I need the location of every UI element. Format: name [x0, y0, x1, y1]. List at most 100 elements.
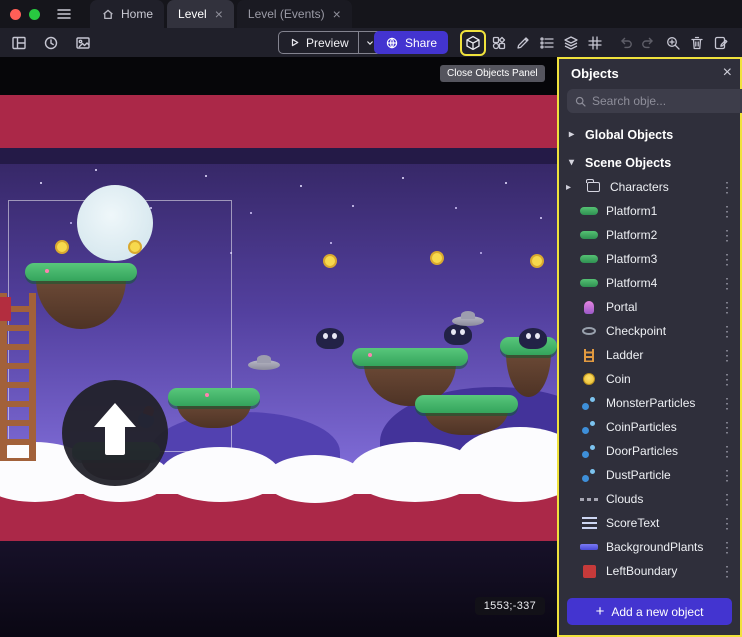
object-row-Characters[interactable]: ▸Characters⋮ [559, 175, 740, 199]
section-global-objects[interactable]: ▸ Global Objects [559, 122, 740, 147]
coin-sprite[interactable] [430, 251, 444, 265]
jump-button-overlay[interactable] [62, 380, 168, 486]
redo-button[interactable] [638, 32, 660, 54]
play-icon [288, 36, 301, 49]
zoom-window-button[interactable] [29, 9, 40, 20]
close-panel-button[interactable]: × [723, 65, 732, 81]
object-row-ScoreText[interactable]: ScoreText⋮ [559, 511, 740, 535]
coin-sprite[interactable] [530, 254, 544, 268]
object-menu-button[interactable]: ⋮ [720, 540, 732, 554]
monster-sprite[interactable] [444, 324, 472, 345]
preview-button[interactable]: Preview [279, 32, 358, 53]
object-menu-button[interactable]: ⋮ [720, 396, 732, 410]
object-menu-button[interactable]: ⋮ [720, 228, 732, 242]
main-menu-button[interactable] [56, 6, 72, 22]
object-groups-button[interactable] [488, 32, 510, 54]
object-menu-button[interactable]: ⋮ [720, 420, 732, 434]
delete-button[interactable] [686, 32, 708, 54]
folder-chevron-icon[interactable]: ▸ [566, 182, 576, 193]
moon-sprite[interactable] [77, 185, 153, 261]
edit-button[interactable] [512, 32, 534, 54]
object-menu-button[interactable]: ⋮ [720, 204, 732, 218]
ufo-sprite[interactable] [452, 316, 484, 326]
object-menu-button[interactable]: ⋮ [720, 300, 732, 314]
object-row-MonsterParticles[interactable]: MonsterParticles⋮ [559, 391, 740, 415]
tab-level-events[interactable]: Level (Events) × [237, 0, 352, 28]
coin-sprite[interactable] [55, 240, 69, 254]
panels-layout-button[interactable] [8, 32, 30, 54]
share-button[interactable]: Share [374, 31, 448, 54]
section-scene-objects[interactable]: ▾ Scene Objects [559, 150, 740, 175]
share-label: Share [405, 36, 437, 50]
redo-icon [641, 35, 657, 51]
object-row-BackgroundPlants[interactable]: BackgroundPlants⋮ [559, 535, 740, 559]
dashes-icon [579, 498, 599, 501]
home-icon [101, 7, 115, 21]
search-input[interactable] [592, 94, 742, 108]
monster-sprite[interactable] [519, 328, 547, 349]
left-boundary-sprite[interactable] [0, 297, 11, 321]
object-menu-button[interactable]: ⋮ [720, 564, 732, 578]
plants-icon [579, 544, 599, 550]
object-menu-button[interactable]: ⋮ [720, 372, 732, 386]
platform-island-sprite[interactable] [25, 263, 137, 329]
close-tab-icon[interactable]: × [215, 7, 223, 21]
object-menu-button[interactable]: ⋮ [720, 348, 732, 362]
platform-island-sprite[interactable] [415, 395, 518, 435]
properties-list-button[interactable] [536, 32, 558, 54]
object-name: Portal [606, 300, 713, 314]
object-row-CoinParticles[interactable]: CoinParticles ⋮ [559, 415, 740, 439]
object-menu-button[interactable]: ⋮ [720, 276, 732, 290]
search-box[interactable] [567, 89, 742, 113]
close-tab-icon[interactable]: × [333, 7, 341, 21]
object-name: CoinParticles [606, 420, 713, 434]
zoom-in-button[interactable] [662, 32, 684, 54]
search-icon [574, 95, 587, 108]
ufo-sprite[interactable] [248, 360, 280, 370]
preview-label: Preview [306, 36, 349, 50]
scene-editor-canvas[interactable]: 1553;-337 [0, 57, 557, 637]
history-button[interactable] [40, 32, 62, 54]
tab-level[interactable]: Level × [167, 0, 234, 28]
coin-sprite[interactable] [128, 240, 142, 254]
object-row-Platform1[interactable]: Platform1⋮ [559, 199, 740, 223]
object-row-Platform2[interactable]: Platform2⋮ [559, 223, 740, 247]
platform-island-sprite[interactable] [168, 388, 260, 428]
object-row-Checkpoint[interactable]: Checkpoint ⋮ [559, 319, 740, 343]
object-menu-button[interactable]: ⋮ [720, 180, 732, 194]
platform-icon [579, 279, 599, 287]
object-row-Platform4[interactable]: Platform4⋮ [559, 271, 740, 295]
object-menu-button[interactable]: ⋮ [720, 492, 732, 506]
monster-sprite[interactable] [316, 328, 344, 349]
object-menu-button[interactable]: ⋮ [720, 252, 732, 266]
object-row-Coin[interactable]: Coin⋮ [559, 367, 740, 391]
clock-icon [43, 35, 59, 51]
coin-icon [579, 373, 599, 385]
object-row-Clouds[interactable]: Clouds⋮ [559, 487, 740, 511]
object-row-Ladder[interactable]: Ladder⋮ [559, 343, 740, 367]
object-row-LeftBoundary[interactable]: LeftBoundary⋮ [559, 559, 740, 583]
layers-button[interactable] [560, 32, 582, 54]
preview-button-group: Preview [278, 31, 382, 54]
object-menu-button[interactable]: ⋮ [720, 468, 732, 482]
object-row-DoorParticles[interactable]: DoorParticles⋮ [559, 439, 740, 463]
objects-panel-toggle-button[interactable] [464, 34, 482, 52]
coin-sprite[interactable] [323, 254, 337, 268]
objects-panel-footer: + Add a new object [559, 591, 740, 635]
object-menu-button[interactable]: ⋮ [720, 324, 732, 338]
object-menu-button[interactable]: ⋮ [720, 516, 732, 530]
object-row-Portal[interactable]: Portal ⋮ [559, 295, 740, 319]
scene-properties-button[interactable] [710, 32, 732, 54]
grid-button[interactable] [584, 32, 606, 54]
trash-icon [689, 35, 705, 51]
object-menu-button[interactable]: ⋮ [720, 444, 732, 458]
object-row-Platform3[interactable]: Platform3⋮ [559, 247, 740, 271]
media-button[interactable] [72, 32, 94, 54]
undo-button[interactable] [614, 32, 636, 54]
object-row-DustParticle[interactable]: DustParticle⋮ [559, 463, 740, 487]
add-new-object-button[interactable]: + Add a new object [567, 598, 732, 625]
edit-document-icon [713, 35, 729, 51]
object-name: Checkpoint [606, 324, 713, 338]
tab-home[interactable]: Home [90, 0, 164, 28]
close-window-button[interactable] [10, 9, 21, 20]
